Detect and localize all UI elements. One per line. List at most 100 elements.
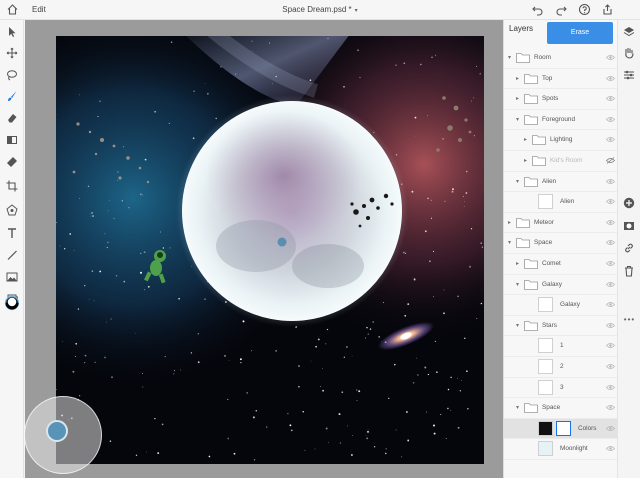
line-icon[interactable] (5, 248, 19, 262)
chevron-right-icon[interactable]: ▸ (524, 157, 527, 164)
layer-thumbnail[interactable] (538, 358, 553, 374)
chevron-down-icon[interactable]: ▾ (516, 322, 519, 329)
chevron-right-icon[interactable]: ▸ (516, 260, 519, 267)
layer-name: Kid's Room (550, 156, 583, 164)
layer-row[interactable]: Moonlight (504, 439, 618, 460)
chevron-down-icon[interactable]: ▾ (508, 54, 511, 61)
eye-icon[interactable] (606, 322, 615, 329)
chevron-right-icon[interactable]: ▸ (516, 95, 519, 102)
layer-name: Alien (560, 198, 575, 206)
folder-icon (516, 217, 530, 228)
layers-icon[interactable] (623, 26, 635, 38)
right-icon-bar: ••• (617, 20, 640, 478)
eye-icon[interactable] (606, 363, 615, 370)
layer-thumbnail[interactable] (538, 338, 553, 354)
layer-row[interactable]: Galaxy (504, 295, 618, 316)
add-layer-icon[interactable] (623, 197, 635, 209)
eye-icon[interactable] (606, 198, 615, 205)
chevron-down-icon[interactable]: ▾ (508, 239, 511, 246)
layer-thumbnail[interactable] (538, 194, 553, 210)
redo-icon[interactable] (555, 3, 568, 16)
eye-icon[interactable] (606, 219, 615, 226)
document-canvas[interactable] (56, 36, 484, 464)
eye-icon[interactable] (606, 301, 615, 308)
help-icon[interactable] (578, 3, 591, 16)
folder-icon (532, 135, 546, 146)
layer-group-row[interactable]: ▾ Space (504, 233, 618, 254)
color-swatch-icon[interactable] (2, 295, 22, 317)
eye-icon[interactable] (606, 404, 615, 411)
layer-mask-thumbnail[interactable] (556, 420, 571, 436)
healing-icon[interactable] (5, 155, 19, 169)
chevron-down-icon[interactable]: ▾ (516, 116, 519, 123)
eye-icon[interactable] (606, 260, 615, 267)
layer-group-row[interactable]: ▸ Meteor (504, 213, 618, 234)
lasso-icon[interactable] (5, 68, 19, 82)
layer-row[interactable]: 3 (504, 378, 618, 399)
eye-icon[interactable] (606, 136, 615, 143)
layer-thumbnail[interactable] (538, 441, 553, 457)
layer-group-row[interactable]: ▾ Foreground (504, 110, 618, 131)
chevron-down-icon[interactable]: ▾ (516, 404, 519, 411)
undo-icon[interactable] (531, 3, 544, 16)
mask-icon[interactable] (623, 220, 635, 232)
layer-group-row[interactable]: ▾ Room (504, 48, 618, 69)
chevron-down-icon[interactable]: ▾ (355, 8, 358, 14)
layer-group-row[interactable]: ▾ Stars (504, 316, 618, 337)
layer-thumbnail[interactable] (538, 420, 553, 436)
layer-row[interactable]: 2 (504, 357, 618, 378)
layer-group-row[interactable]: ▸ Kid's Room (504, 151, 618, 172)
crop-icon[interactable] (5, 179, 19, 193)
touch-shortcut-button[interactable] (46, 420, 68, 442)
layer-group-row[interactable]: ▾ Galaxy (504, 275, 618, 296)
eye-icon[interactable] (606, 445, 615, 452)
transform-icon[interactable] (5, 46, 19, 60)
eye-icon[interactable] (606, 54, 615, 61)
eye-icon[interactable] (606, 75, 615, 82)
eraser-icon[interactable] (5, 111, 19, 125)
document-title[interactable]: Space Dream.psd * ▾ (0, 5, 640, 14)
chevron-down-icon[interactable]: ▾ (516, 178, 519, 185)
adjustments-icon[interactable] (623, 69, 635, 81)
chevron-right-icon[interactable]: ▸ (524, 136, 527, 143)
gradient-icon[interactable] (5, 133, 19, 147)
chevron-right-icon[interactable]: ▸ (508, 219, 511, 226)
shape-icon[interactable] (5, 203, 19, 217)
eye-slash-icon[interactable] (606, 157, 615, 164)
layer-group-row[interactable]: ▸ Lighting (504, 130, 618, 151)
layer-thumbnail[interactable] (538, 297, 553, 313)
delete-icon[interactable] (623, 265, 635, 277)
chevron-right-icon[interactable]: ▸ (516, 75, 519, 82)
eye-icon[interactable] (606, 178, 615, 185)
layer-group-row[interactable]: ▾ Alien (504, 172, 618, 193)
eye-icon[interactable] (606, 116, 615, 123)
type-icon[interactable] (5, 226, 19, 240)
layer-name: Moonlight (560, 445, 588, 453)
eye-icon[interactable] (606, 342, 615, 349)
chevron-down-icon[interactable]: ▾ (516, 281, 519, 288)
layer-properties-icon[interactable] (623, 47, 635, 59)
layer-row[interactable]: Colors (504, 418, 618, 440)
layer-name: Space (534, 239, 553, 247)
brush-icon[interactable] (5, 89, 19, 103)
eye-icon[interactable] (606, 425, 615, 432)
move-icon[interactable] (5, 25, 19, 39)
eye-icon[interactable] (606, 239, 615, 246)
layer-group-row[interactable]: ▾ Space (504, 398, 618, 419)
eye-icon[interactable] (606, 384, 615, 391)
layer-row[interactable]: 1 (504, 336, 618, 357)
layer-group-row[interactable]: ▸ Spots (504, 89, 618, 110)
layer-group-row[interactable]: ▸ Top (504, 69, 618, 90)
link-icon[interactable] (623, 242, 635, 254)
layer-thumbnail[interactable] (538, 379, 553, 395)
eye-icon[interactable] (606, 95, 615, 102)
eye-icon[interactable] (606, 281, 615, 288)
layer-row[interactable]: Alien (504, 192, 618, 213)
folder-icon (524, 94, 538, 105)
layer-name: Foreground (542, 115, 576, 123)
share-icon[interactable] (601, 3, 614, 16)
erase-button[interactable]: Erase (547, 22, 613, 44)
more-icon[interactable]: ••• (621, 315, 638, 324)
layer-group-row[interactable]: ▸ Comet (504, 254, 618, 275)
image-icon[interactable] (5, 270, 19, 284)
